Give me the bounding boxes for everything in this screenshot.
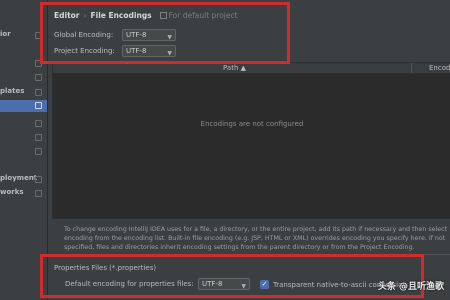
highlight-box-encodings: [40, 2, 290, 64]
column-header-encoding[interactable]: Encoding: [429, 64, 450, 72]
encodings-table[interactable]: Path ▲ Encoding Encodings are not config…: [52, 62, 450, 219]
watermark: 头条 @且听渔歌: [377, 282, 444, 292]
sidebar-item-2[interactable]: [0, 72, 47, 84]
sidebar-item-5[interactable]: [0, 118, 47, 130]
project-scope-icon: [35, 148, 42, 155]
project-scope-icon: [35, 74, 42, 81]
highlight-box-properties: [40, 254, 424, 298]
sidebar-item-3[interactable]: plates: [0, 87, 47, 99]
project-scope-icon: [35, 134, 42, 141]
sidebar-item-label: ployment: [0, 174, 38, 182]
sidebar-item-deployment[interactable]: ployment: [0, 174, 47, 186]
sidebar-item-7[interactable]: [0, 146, 47, 158]
table-header: Path ▲ Encoding: [53, 63, 450, 74]
sidebar-item-file-encodings[interactable]: [0, 100, 47, 112]
empty-table-message: Encodings are not configured: [200, 120, 304, 128]
sidebar-item-label: ior: [0, 30, 11, 38]
column-header-path[interactable]: Path ▲: [223, 64, 246, 72]
sidebar-item-label: plates: [0, 87, 25, 95]
project-scope-icon: [35, 190, 42, 197]
encoding-help-text: To change encoding IntelliJ IDEA uses fo…: [64, 226, 448, 251]
project-scope-icon: [35, 120, 42, 127]
sidebar-item-label: works: [0, 188, 24, 196]
sidebar-item-6[interactable]: [0, 132, 47, 144]
sidebar-item-frameworks[interactable]: works: [0, 188, 47, 200]
project-scope-icon: [35, 102, 42, 109]
project-scope-icon: [35, 89, 42, 96]
project-scope-icon: [35, 176, 42, 183]
column-divider[interactable]: [411, 63, 412, 73]
